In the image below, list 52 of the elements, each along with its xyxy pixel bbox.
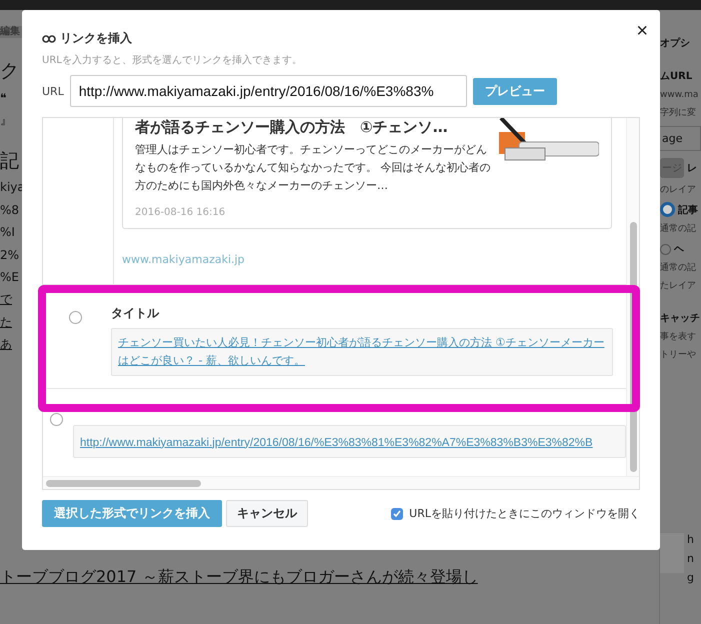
sidebar-heading: オプシ — [660, 38, 691, 50]
card-title: 者が語るチェンソー購入の方法 ①チェンソ… — [135, 118, 449, 137]
dialog-title: リンクを挿入 — [60, 30, 132, 47]
checkbox[interactable] — [391, 508, 404, 520]
insert-link-button[interactable]: 選択した形式でリンクを挿入 — [42, 500, 222, 527]
page-text: ❝ — [0, 90, 8, 106]
option-label: タイトル — [111, 305, 160, 322]
page-text: ク — [0, 60, 20, 83]
article-link[interactable]: で — [0, 292, 22, 307]
article-link[interactable]: あ — [0, 337, 22, 352]
sidebar-text: 事を表す — [660, 332, 697, 343]
sidebar-text: トリーや — [660, 350, 697, 360]
radio-button[interactable] — [50, 412, 62, 426]
radio-label: 記事 — [678, 204, 698, 217]
title-link[interactable]: チェンソー買いたい人必見！チェンソー初心者が語るチェンソー購入の方法 ①チェンソーメーカーはどこが良い？ - 薪、欲しいんです。 — [118, 334, 606, 370]
page-text: 』 — [0, 113, 13, 128]
checkbox-label: URLを貼り付けたときにこのウィンドウを開く — [409, 506, 640, 521]
url-label: URL — [42, 84, 64, 98]
sidebar-text: n — [687, 552, 694, 565]
radio-button[interactable] — [660, 202, 675, 218]
page-text: %8 — [0, 202, 20, 218]
cancel-button[interactable]: キャンセル — [226, 500, 308, 527]
sidebar-text: 字列に変 — [660, 108, 697, 119]
sidebar-text: g — [687, 571, 694, 584]
sidebar-text: レ — [687, 162, 697, 175]
article-link[interactable]: トーブブログ2017 ～薪ストーブ界にもブロガーさんが続々登場し — [0, 567, 659, 588]
page-text: %I — [0, 225, 16, 240]
sidebar-text: たレイア — [660, 280, 697, 292]
card-description: 管理人はチェンソー初心者です。チェンソーってどこのメーカーがどんなものを作っているかなんて知らなかったです。 今回はそんな初心者の方のためにも国内外色々なメーカーのチェンソー… — [135, 142, 491, 194]
thumbnail-placeholder — [660, 533, 684, 573]
link-icon — [42, 34, 56, 42]
close-button[interactable]: × — [632, 20, 652, 43]
sidebar-text: のレイア — [660, 184, 697, 196]
article-link[interactable]: た — [0, 314, 22, 330]
url-link[interactable]: http://www.makiyamazaki.jp/entry/2016/08/16/%E3%83%81%E3%82%A7%E3%83%B3%E3%82%B — [80, 434, 593, 452]
sidebar-text: 通常の記 — [660, 224, 697, 236]
card-date: 2016-08-16 16:16 — [135, 207, 226, 218]
radio-button[interactable] — [660, 244, 671, 255]
sidebar-heading: キャッチ — [660, 312, 701, 325]
preview-button[interactable]: プレビュー — [472, 78, 557, 104]
url-input[interactable]: http://www.makiyamazaki.jp/entry/2016/08/16/%E3%83% — [70, 75, 467, 107]
sidebar-text: h — [687, 533, 694, 546]
radio-label: ヘ — [674, 243, 684, 256]
page-text: 2% — [0, 248, 20, 262]
page-text: %E — [0, 270, 20, 284]
sidebar-text: 通常の記 — [660, 263, 697, 274]
sidebar-heading: ムURL — [660, 71, 694, 83]
dialog-subtitle: URLを入力すると、形式を選んでリンクを挿入できます。 — [42, 54, 303, 67]
scrollbar-thumb[interactable] — [46, 480, 201, 487]
page-text: 記 — [0, 150, 20, 172]
sidebar-text: www.ma — [660, 90, 700, 101]
radio-button[interactable] — [68, 311, 82, 324]
